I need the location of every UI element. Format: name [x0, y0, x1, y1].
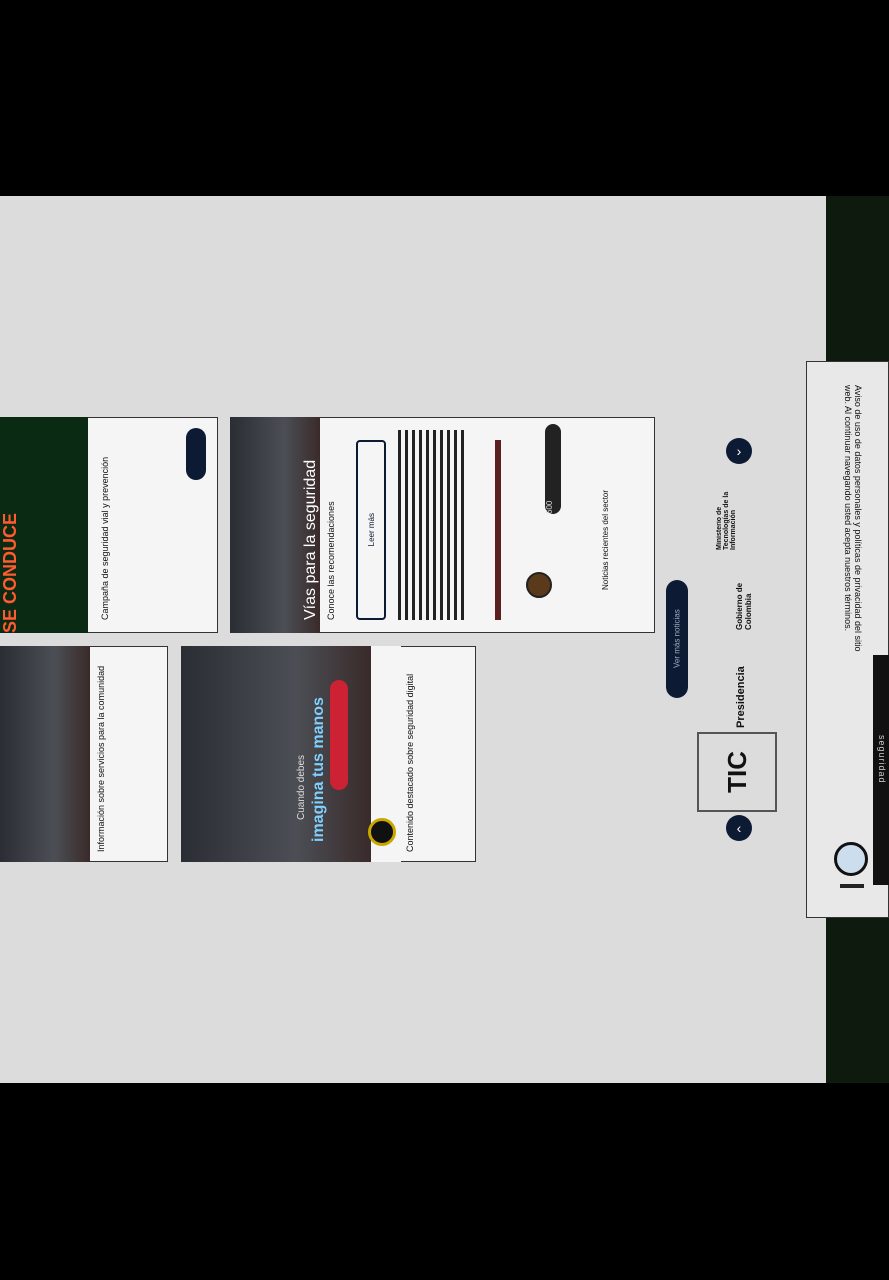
news-card-c-text: Campaña de seguridad vial y prevención [100, 456, 110, 620]
news-card-d-text: Información sobre servicios para la comu… [96, 665, 106, 852]
news-card-b-red-badge [330, 680, 348, 790]
chevron-right-icon: › [736, 443, 742, 459]
carousel-prev-button[interactable]: ‹ [726, 815, 752, 841]
logo-ministerio[interactable]: Ministerio de Tecnologías de la Informac… [716, 470, 756, 550]
edge-top [826, 196, 889, 361]
news-card-a-read-more-button[interactable]: Leer más [356, 440, 386, 620]
views-badge: 600 [545, 424, 561, 514]
header-divider [840, 884, 864, 888]
news-card-c-badge [186, 428, 206, 480]
news-card-c-poster: SE CONDUCE [0, 417, 88, 633]
news-card-b-text: Contenido destacado sobre seguridad digi… [405, 673, 415, 852]
logo-tic[interactable]: TIC [697, 732, 777, 812]
chevron-left-icon: ‹ [736, 820, 742, 836]
news-card-a-title: Vías para la seguridad [302, 459, 319, 620]
carousel-next-button[interactable]: › [726, 438, 752, 464]
logo-gobierno[interactable]: Gobierno de Colombia [735, 560, 765, 630]
news-card-b-subtitle: Cuando debes [296, 754, 307, 820]
header-dark-label: seguridad [877, 735, 887, 784]
edge-bottom [826, 918, 889, 1083]
author-avatar [526, 572, 552, 598]
header-text: Aviso de uso de datos personales y polít… [843, 385, 863, 652]
news-card-b-title: imagina tus manos [310, 697, 327, 842]
news-card-a-footer: Noticias recientes del sector [601, 489, 610, 590]
header-avatar-icon[interactable] [834, 842, 868, 876]
news-card-d-image [0, 646, 90, 862]
more-news-button[interactable]: Ver más noticias [666, 580, 688, 698]
news-card-a-subtitle: Conoce las recomendaciones [326, 501, 336, 620]
news-card-a-body [398, 430, 468, 620]
logo-presidencia[interactable]: Presidencia [735, 648, 765, 728]
screen-area [0, 196, 826, 1083]
news-card-a-divider [495, 440, 501, 620]
brand-logo-icon [368, 818, 396, 846]
